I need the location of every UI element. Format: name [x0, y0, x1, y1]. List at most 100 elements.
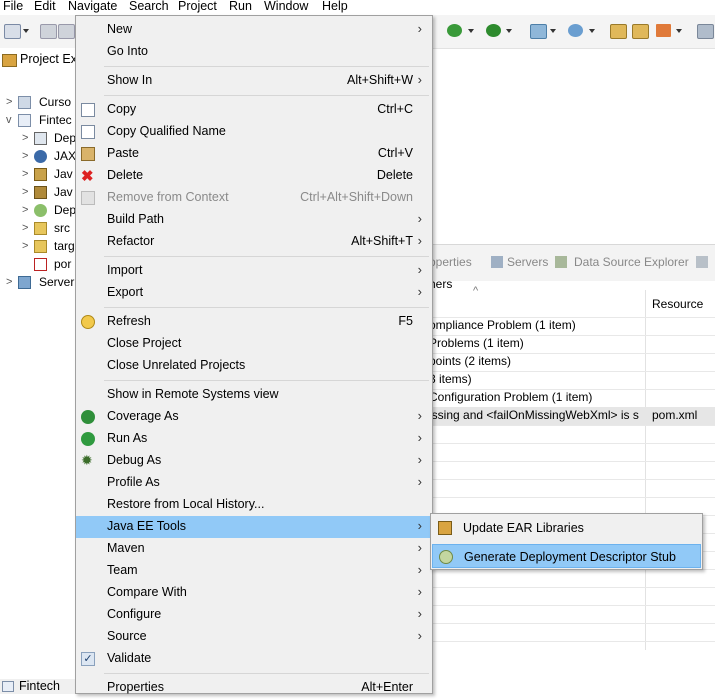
submenu-arrow-icon: ›	[417, 628, 422, 643]
search-icon[interactable]	[656, 24, 671, 37]
row-description: Configuration Problem (1 item)	[429, 390, 593, 404]
menu-item-shortcut: Ctrl+V	[377, 146, 413, 160]
menu-item-show-in[interactable]: Show In Alt+Shift+W ›	[76, 70, 432, 92]
chevron-down-icon[interactable]	[506, 29, 512, 33]
table-row[interactable]: ompliance Problem (1 item)	[429, 317, 715, 335]
menu-item-label: Show in Remote Systems view	[107, 387, 279, 401]
submenu-arrow-icon: ›	[417, 606, 422, 621]
menu-item-delete[interactable]: ✖ Delete Delete	[76, 165, 432, 187]
libraries-icon	[34, 186, 47, 199]
menu-item-validate[interactable]: ✓ Validate	[76, 648, 432, 670]
new-class-icon[interactable]	[568, 24, 583, 37]
menu-file[interactable]: File	[3, 0, 23, 13]
tab-data-source-explorer[interactable]: Data Source Explorer	[574, 255, 689, 269]
menu-item-source[interactable]: Source ›	[76, 626, 432, 648]
menu-item-label: Go Into	[107, 44, 148, 58]
new-java-project-icon[interactable]	[530, 24, 547, 39]
menu-item-refresh[interactable]: Refresh F5	[76, 311, 432, 333]
menu-item-compare-with[interactable]: Compare With ›	[76, 582, 432, 604]
tab-servers[interactable]: Servers	[507, 255, 548, 269]
menu-help[interactable]: Help	[322, 0, 348, 13]
menu-separator	[104, 66, 429, 67]
menu-item-shortcut: Alt+Enter	[361, 680, 413, 694]
expand-twisty[interactable]: >	[22, 240, 28, 252]
menu-item-copy[interactable]: Copy Ctrl+C	[76, 99, 432, 121]
expand-twisty[interactable]: >	[22, 168, 28, 180]
menu-item-profile-as[interactable]: Profile As ›	[76, 472, 432, 494]
expand-twisty[interactable]: >	[22, 186, 28, 198]
menu-run[interactable]: Run	[229, 0, 252, 13]
expand-twisty[interactable]: >	[6, 96, 12, 108]
menu-item-properties[interactable]: Properties Alt+Enter	[76, 677, 432, 699]
menu-item-configure[interactable]: Configure ›	[76, 604, 432, 626]
new-icon[interactable]	[4, 24, 21, 39]
table-row[interactable]: Problems (1 item)	[429, 335, 715, 353]
menu-item-label: Source	[107, 629, 147, 643]
tree-label: por	[54, 257, 72, 271]
chevron-down-icon[interactable]	[676, 29, 682, 33]
chevron-down-icon[interactable]	[23, 29, 29, 33]
expand-twisty[interactable]: >	[22, 222, 28, 234]
menu-item-close-project[interactable]: Close Project	[76, 333, 432, 355]
save-icon[interactable]	[40, 24, 57, 39]
open-folder-icon[interactable]	[632, 24, 649, 39]
chevron-down-icon[interactable]	[589, 29, 595, 33]
chevron-down-icon[interactable]	[468, 29, 474, 33]
menu-item-copy-qualified-name[interactable]: Copy Qualified Name	[76, 121, 432, 143]
expand-twisty[interactable]: >	[6, 276, 12, 288]
menu-item-generate-deployment-descriptor-stub[interactable]: Generate Deployment Descriptor Stub	[432, 544, 701, 568]
run-server-icon[interactable]	[447, 24, 462, 37]
perspective-icon[interactable]	[697, 24, 714, 39]
table-row[interactable]: Configuration Problem (1 item)	[429, 389, 715, 407]
expand-twisty[interactable]: >	[22, 204, 28, 216]
tree-label: JAX	[54, 149, 77, 163]
tab-label: Fintech	[19, 679, 60, 693]
expand-twisty[interactable]: >	[22, 150, 28, 162]
menu-separator	[104, 307, 429, 308]
menu-item-new[interactable]: New ›	[76, 19, 432, 41]
menu-window[interactable]: Window	[264, 0, 308, 13]
menu-item-close-unrelated-projects[interactable]: Close Unrelated Projects	[76, 355, 432, 377]
menu-item-update-ear-libraries[interactable]: Update EAR Libraries	[432, 516, 701, 540]
menu-separator	[104, 673, 429, 674]
project-icon	[18, 96, 31, 109]
run-icon[interactable]	[486, 24, 501, 37]
menu-item-team[interactable]: Team ›	[76, 560, 432, 582]
menu-item-label: Copy Qualified Name	[107, 124, 226, 138]
tree-label: Server	[39, 275, 75, 289]
open-type-icon[interactable]	[610, 24, 627, 39]
tab-properties[interactable]: operties	[429, 255, 472, 269]
bottom-editor-tab[interactable]: Fintech	[0, 679, 75, 694]
column-header-resource[interactable]: Resource	[652, 297, 703, 311]
menu-item-restore-local-history[interactable]: Restore from Local History...	[76, 494, 432, 516]
menu-project[interactable]: Project	[178, 0, 217, 13]
menu-item-coverage-as[interactable]: Coverage As ›	[76, 406, 432, 428]
menu-item-refactor[interactable]: Refactor Alt+Shift+T ›	[76, 231, 432, 253]
chevron-down-icon[interactable]	[550, 29, 556, 33]
submenu-arrow-icon: ›	[417, 518, 422, 533]
menu-item-paste[interactable]: Paste Ctrl+V	[76, 143, 432, 165]
project-explorer-tab[interactable]: Project Ex	[0, 48, 80, 72]
run-icon	[81, 432, 95, 446]
save-all-icon[interactable]	[58, 24, 75, 39]
table-row[interactable]: 3 items)	[429, 371, 715, 389]
refresh-icon	[81, 315, 95, 329]
table-row[interactable]: points (2 items)	[429, 353, 715, 371]
menu-edit[interactable]: Edit	[34, 0, 56, 13]
menu-item-go-into[interactable]: Go Into	[76, 41, 432, 63]
menu-item-java-ee-tools[interactable]: Java EE Tools ›	[76, 516, 432, 538]
menu-item-show-remote-systems[interactable]: Show in Remote Systems view	[76, 384, 432, 406]
expand-twisty[interactable]: >	[22, 132, 28, 144]
menu-item-import[interactable]: Import ›	[76, 260, 432, 282]
menu-item-debug-as[interactable]: ✹ Debug As ›	[76, 450, 432, 472]
menu-search[interactable]: Search	[129, 0, 169, 13]
table-row-selected[interactable]: issing and <failOnMissingWebXml> is s po…	[429, 407, 715, 425]
menu-navigate[interactable]: Navigate	[68, 0, 117, 13]
menu-item-build-path[interactable]: Build Path ›	[76, 209, 432, 231]
row-resource: pom.xml	[652, 408, 698, 422]
menu-item-run-as[interactable]: Run As ›	[76, 428, 432, 450]
menu-item-maven[interactable]: Maven ›	[76, 538, 432, 560]
collapse-twisty[interactable]: v	[6, 114, 12, 126]
menu-item-export[interactable]: Export ›	[76, 282, 432, 304]
tree-label: src	[54, 221, 70, 235]
